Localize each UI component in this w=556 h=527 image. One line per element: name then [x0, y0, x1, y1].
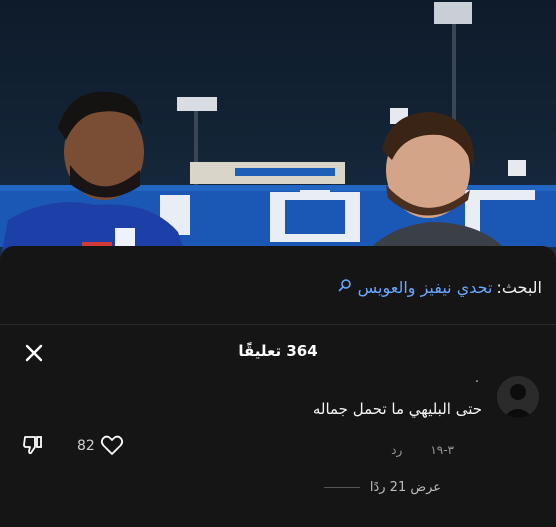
comments-header: 364 تعليقًا	[0, 336, 556, 368]
search-prefix-label: البحث:	[496, 277, 542, 297]
search-query-link[interactable]: تحدي نيفيز والعويس	[358, 278, 493, 297]
heart-icon[interactable]	[100, 434, 124, 456]
dislike-icon[interactable]	[22, 434, 44, 456]
comment-count-title: 364 تعليقًا	[238, 342, 318, 360]
search-icon	[338, 279, 351, 292]
avatar[interactable]	[497, 376, 539, 418]
view-replies-button[interactable]: عرض 21 ردًا	[323, 480, 441, 495]
like-count: 82	[77, 438, 95, 454]
search-suggestion[interactable]: البحث: تحدي نيفيز والعويس	[338, 274, 542, 300]
comment-author[interactable]: .	[475, 371, 479, 386]
comment-meta: ٣-١٩ رد	[391, 443, 454, 457]
video-background[interactable]	[0, 0, 556, 262]
avatar-icon	[497, 376, 539, 418]
divider	[0, 324, 556, 325]
view-replies-line	[323, 487, 360, 488]
app-root: البحث: تحدي نيفيز والعويس 364 تعليقًا . …	[0, 0, 556, 527]
stadium-scene	[0, 2, 556, 262]
reply-button[interactable]: رد	[391, 443, 402, 457]
comments-sheet: البحث: تحدي نيفيز والعويس 364 تعليقًا . …	[0, 246, 556, 527]
comment-text: حتى البليهي ما تحمل جماله	[312, 400, 482, 418]
comment-date: ٣-١٩	[430, 443, 454, 457]
view-replies-label: عرض 21 ردًا	[369, 480, 441, 495]
